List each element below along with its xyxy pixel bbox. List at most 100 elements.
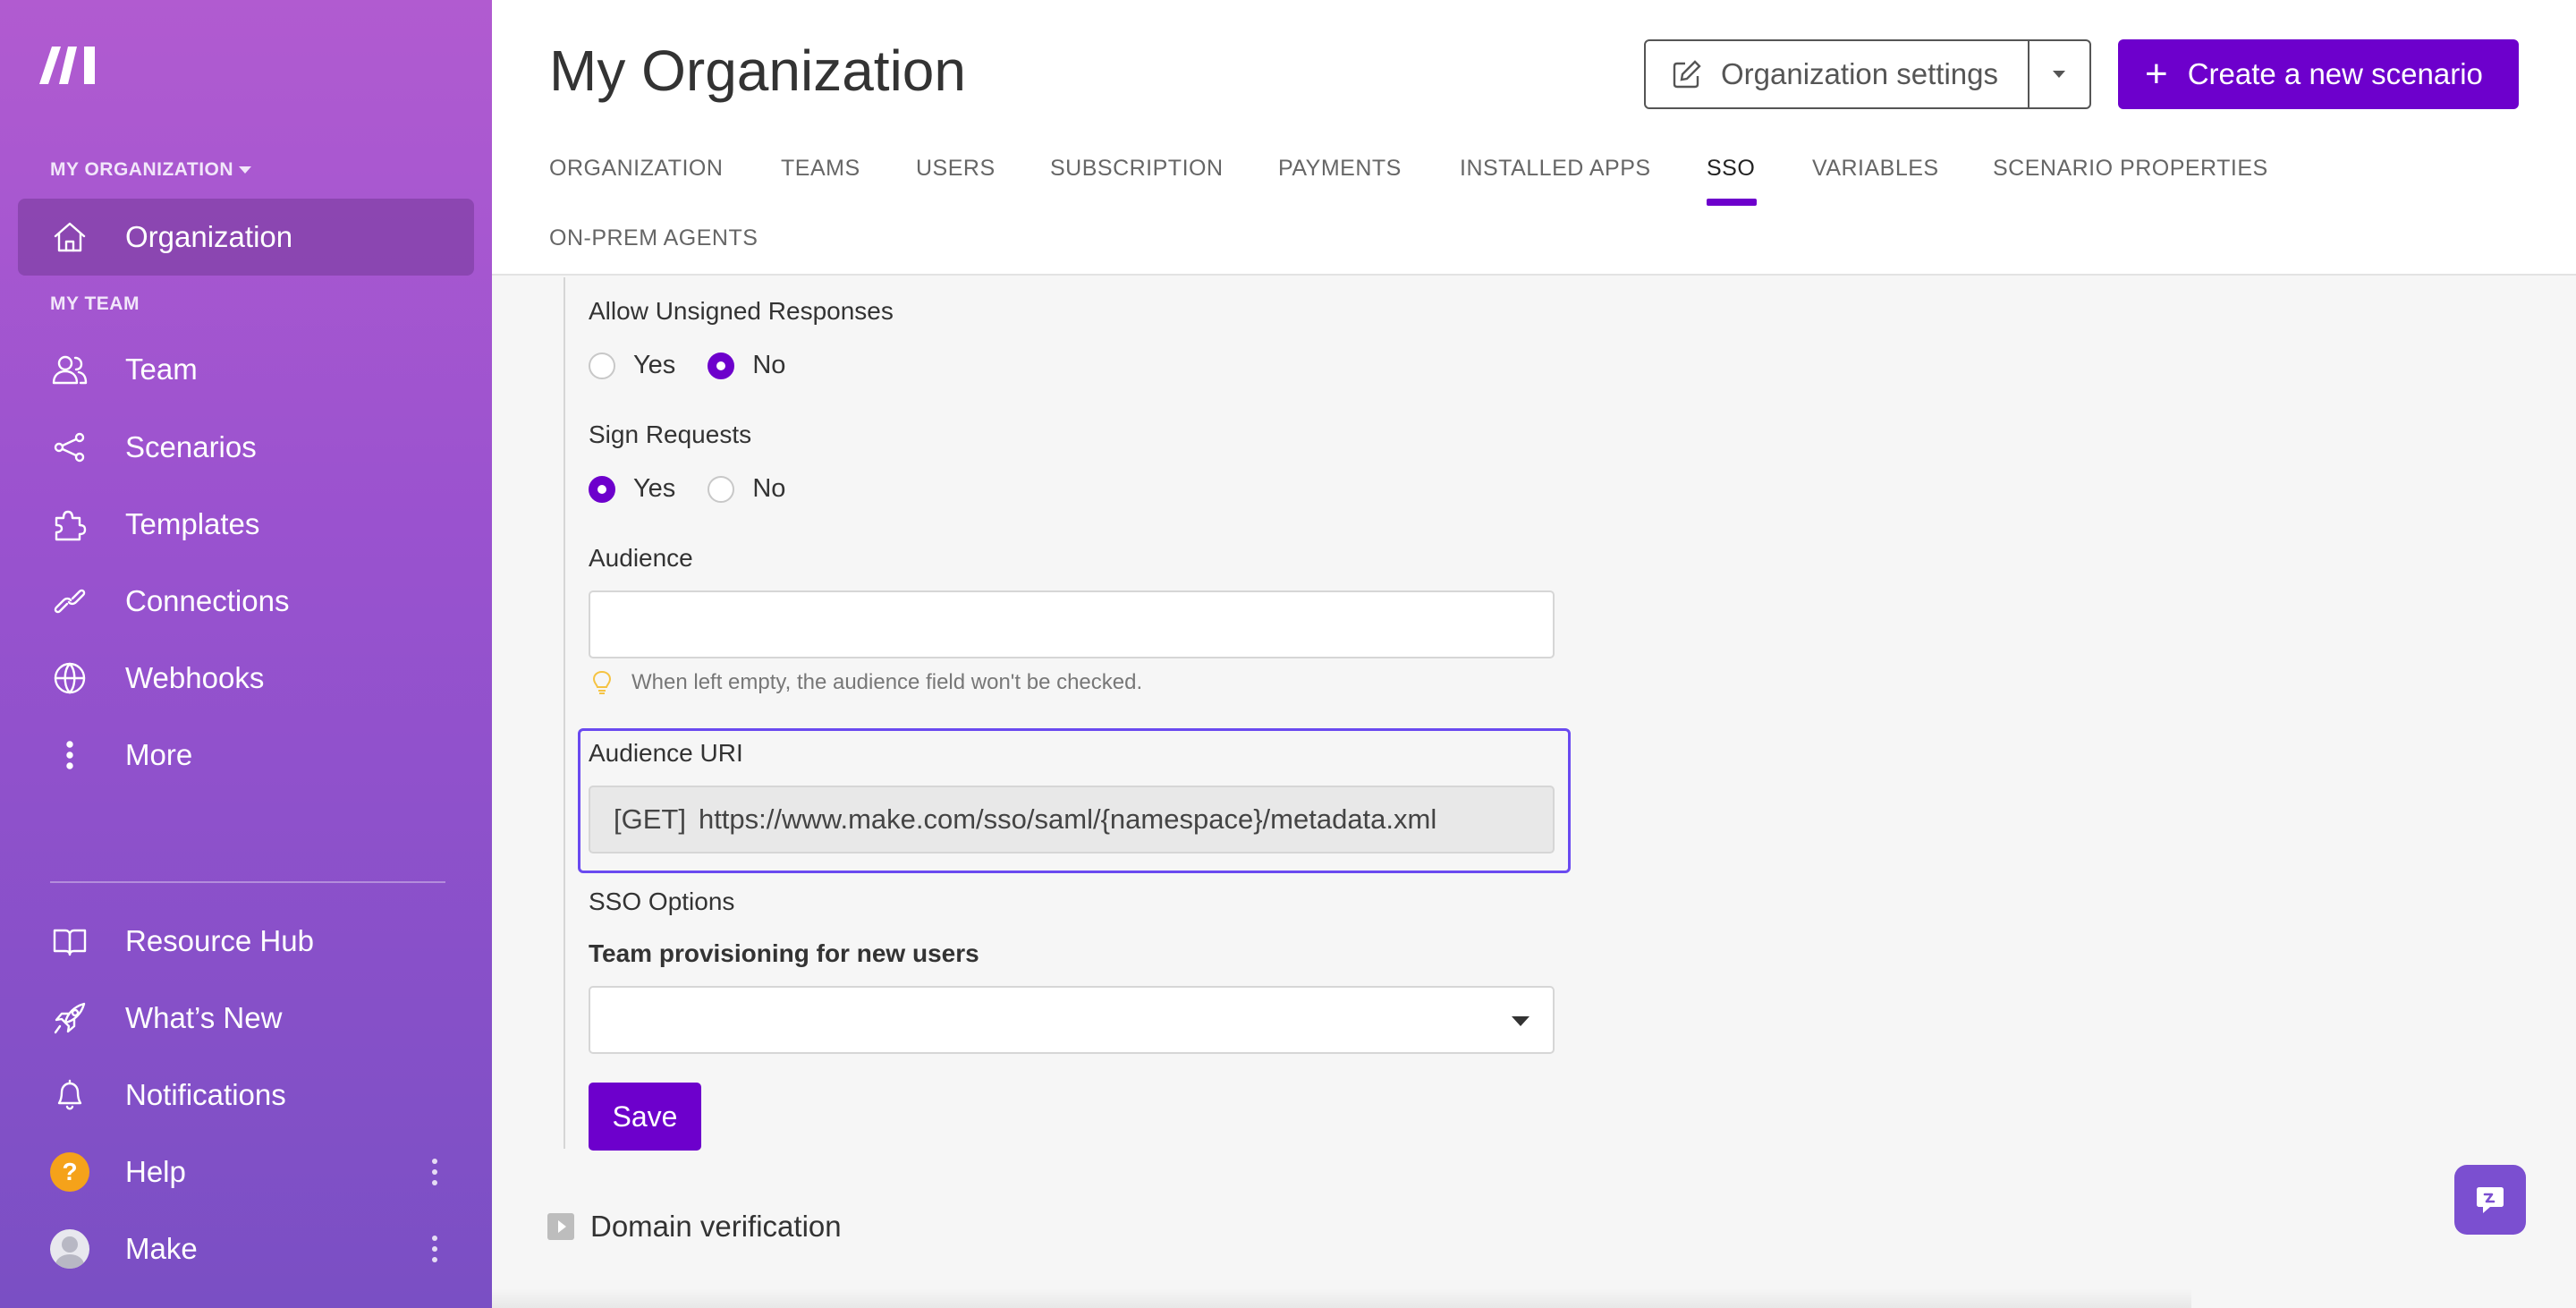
- domain-verification-toggle[interactable]: Domain verification: [547, 1210, 842, 1244]
- tab-sso[interactable]: SSO: [1707, 156, 1755, 182]
- profile-menu-kebab-icon[interactable]: [431, 1236, 438, 1262]
- vertical-dots-icon: [50, 735, 89, 775]
- chat-icon: [2477, 1187, 2504, 1213]
- chat-support-button[interactable]: [2454, 1165, 2526, 1235]
- sign-yes-radio[interactable]: [589, 475, 615, 503]
- sidebar-item-label: Make: [125, 1232, 198, 1265]
- plus-icon: +: [2145, 52, 2168, 96]
- tab-teams[interactable]: TEAMS: [781, 156, 860, 182]
- domain-verification-label: Domain verification: [590, 1210, 842, 1243]
- make-logo-icon[interactable]: [36, 41, 104, 88]
- sidebar-item-team[interactable]: Team: [18, 331, 474, 408]
- book-icon: [50, 922, 89, 961]
- sign-yes-label: Yes: [633, 474, 676, 503]
- unsigned-no-radio[interactable]: [708, 352, 735, 379]
- audience-uri-label: Audience URI: [589, 739, 743, 767]
- tab-variables[interactable]: VARIABLES: [1812, 156, 1939, 182]
- unsigned-yes-radio[interactable]: [589, 352, 615, 379]
- create-scenario-label: Create a new scenario: [2187, 57, 2483, 90]
- sidebar-item-organization[interactable]: Organization: [18, 199, 474, 276]
- sidebar-item-label: Webhooks: [125, 661, 265, 694]
- sidebar-item-label: Organization: [125, 220, 293, 253]
- sidebar-item-webhooks[interactable]: Webhooks: [18, 640, 474, 717]
- sidebar-item-label: Scenarios: [125, 430, 257, 463]
- edit-icon: [1673, 60, 1701, 89]
- sidebar-item-resource-hub[interactable]: Resource Hub: [18, 903, 474, 980]
- audience-hint: When left empty, the audience field won'…: [590, 669, 1142, 696]
- sidebar-item-connections[interactable]: Connections: [18, 563, 474, 640]
- sidebar-item-label: Notifications: [125, 1078, 286, 1111]
- sidebar-item-whats-new[interactable]: What’s New: [18, 980, 474, 1057]
- sidebar-item-templates[interactable]: Templates: [18, 486, 474, 563]
- sidebar-divider: [50, 881, 445, 883]
- sidebar-item-help[interactable]: ? Help: [18, 1134, 474, 1210]
- sidebar-item-label: Resource Hub: [125, 924, 314, 957]
- tab-on-prem-agents[interactable]: ON-PREM AGENTS: [549, 225, 758, 251]
- audience-label: Audience: [589, 544, 693, 572]
- team-provisioning-label: Team provisioning for new users: [589, 939, 979, 967]
- rocket-icon: [50, 998, 89, 1038]
- organization-settings-split-button: Organization settings: [1644, 39, 2091, 109]
- unsigned-no-label: No: [752, 351, 786, 379]
- audience-hint-text: When left empty, the audience field won'…: [631, 670, 1143, 694]
- organization-settings-dropdown-toggle[interactable]: [2027, 41, 2089, 107]
- sign-requests-radio-group: Yes No: [589, 474, 818, 504]
- lightbulb-icon: [592, 670, 612, 694]
- tab-users[interactable]: USERS: [916, 156, 996, 182]
- sign-requests-label: Sign Requests: [589, 420, 752, 448]
- tab-payments[interactable]: PAYMENTS: [1278, 156, 1402, 182]
- page-title: My Organization: [549, 38, 966, 103]
- unsigned-yes-label: Yes: [633, 351, 676, 379]
- link-icon: [50, 582, 89, 621]
- bell-icon: [50, 1075, 89, 1115]
- sidebar-item-more[interactable]: More: [18, 717, 474, 794]
- org-section-label: MY ORGANIZATION: [50, 159, 234, 180]
- users-icon: [50, 350, 89, 389]
- allow-unsigned-responses-radio-group: Yes No: [589, 351, 818, 380]
- create-scenario-button[interactable]: + Create a new scenario: [2118, 39, 2519, 109]
- caret-down-icon: [1512, 1016, 1530, 1026]
- sign-no-label: No: [752, 474, 786, 503]
- tab-organization[interactable]: ORGANIZATION: [549, 156, 723, 182]
- sidebar-item-scenarios[interactable]: Scenarios: [18, 409, 474, 486]
- share-nodes-icon: [50, 428, 89, 467]
- my-organization-dropdown[interactable]: MY ORGANIZATION: [50, 159, 252, 181]
- tab-subscription[interactable]: SUBSCRIPTION: [1050, 156, 1224, 182]
- allow-unsigned-responses-label: Allow Unsigned Responses: [589, 297, 894, 325]
- caret-down-icon: [2053, 71, 2066, 78]
- avatar-icon: [50, 1229, 89, 1269]
- audience-uri-method: [GET]: [614, 803, 686, 835]
- sidebar-item-label: Templates: [125, 507, 260, 540]
- active-tab-indicator: [1707, 199, 1757, 206]
- page-header: My Organization Organization settings + …: [492, 0, 2576, 276]
- puzzle-icon: [50, 505, 89, 544]
- question-icon: ?: [50, 1152, 89, 1192]
- sidebar-item-label: Team: [125, 352, 198, 386]
- sidebar-item-label: Connections: [125, 584, 290, 617]
- sso-options-label: SSO Options: [589, 888, 735, 915]
- tab-scenario-properties[interactable]: SCENARIO PROPERTIES: [1993, 156, 2268, 182]
- sidebar-item-label: More: [125, 738, 193, 771]
- scroll-shadow: [492, 1288, 2191, 1308]
- globe-icon: [50, 658, 89, 698]
- help-menu-kebab-icon[interactable]: [431, 1159, 438, 1185]
- form-section-rule: [564, 277, 565, 1149]
- sidebar-item-notifications[interactable]: Notifications: [18, 1057, 474, 1134]
- sidebar-item-profile[interactable]: Make: [18, 1210, 474, 1287]
- audience-uri-field[interactable]: [GET] https://www.make.com/sso/saml/{nam…: [589, 786, 1555, 854]
- my-team-section-label: MY TEAM: [50, 293, 140, 314]
- expand-arrow-icon: [547, 1213, 574, 1240]
- team-provisioning-select[interactable]: [589, 986, 1555, 1054]
- sign-no-radio[interactable]: [708, 475, 735, 503]
- organization-settings-button[interactable]: Organization settings: [1646, 41, 2028, 107]
- audience-input[interactable]: [589, 590, 1555, 658]
- sidebar-item-label: Help: [125, 1155, 186, 1188]
- tab-installed-apps[interactable]: INSTALLED APPS: [1460, 156, 1651, 182]
- sidebar-item-label: What’s New: [125, 1001, 283, 1034]
- organization-settings-label: Organization settings: [1721, 57, 1999, 90]
- caret-down-icon: [239, 166, 252, 174]
- save-button[interactable]: Save: [589, 1083, 701, 1151]
- audience-uri-value: https://www.make.com/sso/saml/{namespace…: [698, 803, 1437, 835]
- home-icon: [50, 217, 89, 257]
- sidebar: MY ORGANIZATION Organization MY TEAM Tea…: [0, 0, 492, 1308]
